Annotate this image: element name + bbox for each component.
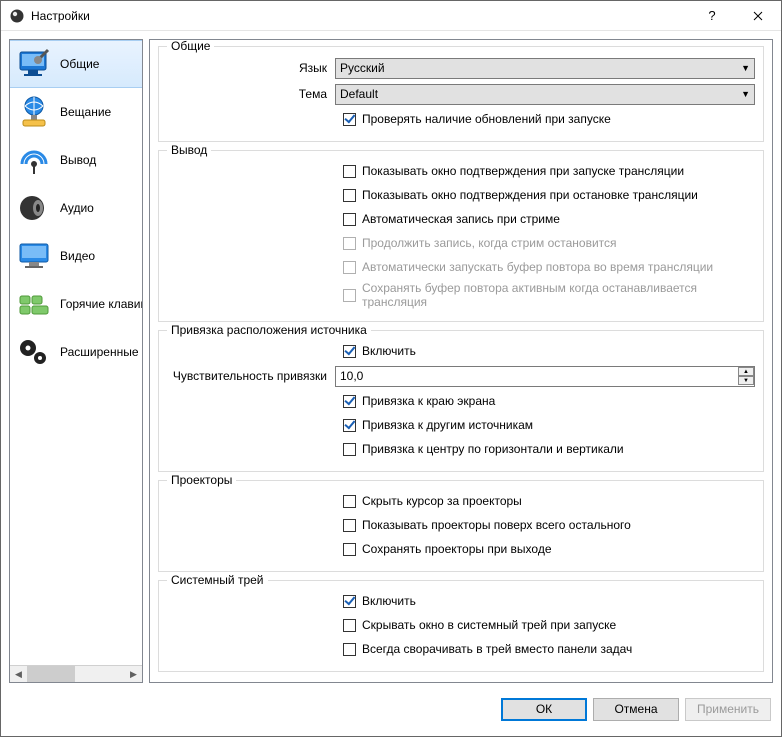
group-title: Проекторы: [167, 473, 236, 487]
snap-other-sources-label: Привязка к другим источникам: [362, 418, 533, 432]
keep-replay-buffer-label: Сохранять буфер повтора активным когда о…: [362, 281, 755, 309]
tray-always-minimize-checkbox[interactable]: [343, 643, 356, 656]
check-updates-label: Проверять наличие обновлений при запуске: [362, 112, 611, 126]
auto-record-label: Автоматическая запись при стриме: [362, 212, 560, 226]
scroll-right-button[interactable]: ▶: [125, 666, 142, 682]
projector-always-top-label: Показывать проекторы поверх всего осталь…: [362, 518, 631, 532]
broadcast-icon: [14, 140, 54, 180]
hide-cursor-checkbox[interactable]: [343, 495, 356, 508]
save-projectors-label: Сохранять проекторы при выходе: [362, 542, 552, 556]
settings-panel: Общие Язык Русский ▼ Тема Default ▼: [149, 39, 773, 683]
snap-screen-edge-label: Привязка к краю экрана: [362, 394, 495, 408]
snap-enable-label: Включить: [362, 344, 416, 358]
tray-enable-label: Включить: [362, 594, 416, 608]
hide-cursor-label: Скрыть курсор за проекторы: [362, 494, 522, 508]
close-button[interactable]: [735, 1, 781, 31]
group-output: Вывод Показывать окно подтверждения при …: [158, 150, 764, 322]
monitor-icon: [14, 236, 54, 276]
confirm-start-stream-checkbox[interactable]: [343, 165, 356, 178]
group-title: Общие: [167, 39, 214, 53]
save-projectors-checkbox[interactable]: [343, 543, 356, 556]
globe-icon: [14, 92, 54, 132]
auto-record-checkbox[interactable]: [343, 213, 356, 226]
sidebar-item-label: Общие: [60, 57, 99, 71]
sidebar-item-audio[interactable]: Аудио: [10, 184, 142, 232]
sidebar-item-label: Вещание: [60, 105, 111, 119]
sidebar-item-label: Горячие клавиши: [60, 297, 142, 311]
sidebar-item-label: Видео: [60, 249, 95, 263]
chevron-down-icon: ▼: [741, 89, 750, 99]
keyboard-icon: [14, 284, 54, 324]
sidebar-item-video[interactable]: Видео: [10, 232, 142, 280]
auto-replay-buffer-label: Автоматически запускать буфер повтора во…: [362, 260, 713, 274]
settings-sidebar: Общие Вещание: [9, 39, 143, 683]
tray-minimize-start-label: Скрывать окно в системный трей при запус…: [362, 618, 616, 632]
check-updates-checkbox[interactable]: [343, 113, 356, 126]
apply-button: Применить: [685, 698, 771, 721]
theme-select[interactable]: Default ▼: [335, 84, 755, 105]
projector-always-top-checkbox[interactable]: [343, 519, 356, 532]
spinner-down-button[interactable]: ▼: [738, 376, 754, 385]
ok-button[interactable]: ОК: [501, 698, 587, 721]
snap-sensitivity-label: Чувствительность привязки: [167, 369, 335, 383]
window-title: Настройки: [31, 9, 689, 23]
gear-wrench-icon: [14, 44, 54, 84]
speaker-icon: [14, 188, 54, 228]
tray-always-minimize-label: Всегда сворачивать в трей вместо панели …: [362, 642, 632, 656]
group-systray: Системный трей Включить Скрывать окно в …: [158, 580, 764, 672]
group-title: Вывод: [167, 143, 211, 157]
keep-replay-buffer-checkbox: [343, 289, 356, 302]
scroll-left-button[interactable]: ◀: [10, 666, 27, 682]
snap-sensitivity-spinner[interactable]: 10,0 ▲ ▼: [335, 366, 755, 387]
sidebar-item-hotkeys[interactable]: Горячие клавиши: [10, 280, 142, 328]
group-source-snapping: Привязка расположения источника Включить…: [158, 330, 764, 472]
keep-recording-label: Продолжить запись, когда стрим остановит…: [362, 236, 617, 250]
group-title: Привязка расположения источника: [167, 323, 371, 337]
theme-value: Default: [340, 87, 378, 101]
app-icon: [9, 8, 25, 24]
language-value: Русский: [340, 61, 385, 75]
sidebar-item-label: Вывод: [60, 153, 96, 167]
theme-label: Тема: [167, 87, 335, 101]
group-general: Общие Язык Русский ▼ Тема Default ▼: [158, 46, 764, 142]
help-button[interactable]: ?: [689, 1, 735, 31]
sidebar-item-label: Аудио: [60, 201, 94, 215]
language-label: Язык: [167, 61, 335, 75]
sidebar-item-advanced[interactable]: Расширенные: [10, 328, 142, 376]
group-projectors: Проекторы Скрыть курсор за проекторы Пок…: [158, 480, 764, 572]
language-select[interactable]: Русский ▼: [335, 58, 755, 79]
keep-recording-checkbox: [343, 237, 356, 250]
snap-sensitivity-value: 10,0: [336, 369, 738, 383]
snap-center-label: Привязка к центру по горизонтали и верти…: [362, 442, 624, 456]
tray-enable-checkbox[interactable]: [343, 595, 356, 608]
auto-replay-buffer-checkbox: [343, 261, 356, 274]
snap-enable-checkbox[interactable]: [343, 345, 356, 358]
cancel-button[interactable]: Отмена: [593, 698, 679, 721]
confirm-stop-stream-checkbox[interactable]: [343, 189, 356, 202]
tray-minimize-start-checkbox[interactable]: [343, 619, 356, 632]
sidebar-item-stream[interactable]: Вещание: [10, 88, 142, 136]
snap-center-checkbox[interactable]: [343, 443, 356, 456]
scroll-thumb[interactable]: [27, 666, 75, 682]
snap-screen-edge-checkbox[interactable]: [343, 395, 356, 408]
snap-other-sources-checkbox[interactable]: [343, 419, 356, 432]
confirm-start-stream-label: Показывать окно подтверждения при запуск…: [362, 164, 684, 178]
sidebar-item-label: Расширенные: [60, 345, 139, 359]
scroll-track[interactable]: [27, 666, 125, 682]
sidebar-scrollbar[interactable]: ◀ ▶: [10, 665, 142, 682]
confirm-stop-stream-label: Показывать окно подтверждения при остано…: [362, 188, 698, 202]
title-bar: Настройки ?: [1, 1, 781, 31]
spinner-up-button[interactable]: ▲: [738, 367, 754, 376]
cogs-icon: [14, 332, 54, 372]
group-title: Системный трей: [167, 573, 268, 587]
chevron-down-icon: ▼: [741, 63, 750, 73]
dialog-footer: ОК Отмена Применить: [1, 691, 781, 727]
sidebar-item-general[interactable]: Общие: [10, 40, 142, 88]
sidebar-item-output[interactable]: Вывод: [10, 136, 142, 184]
